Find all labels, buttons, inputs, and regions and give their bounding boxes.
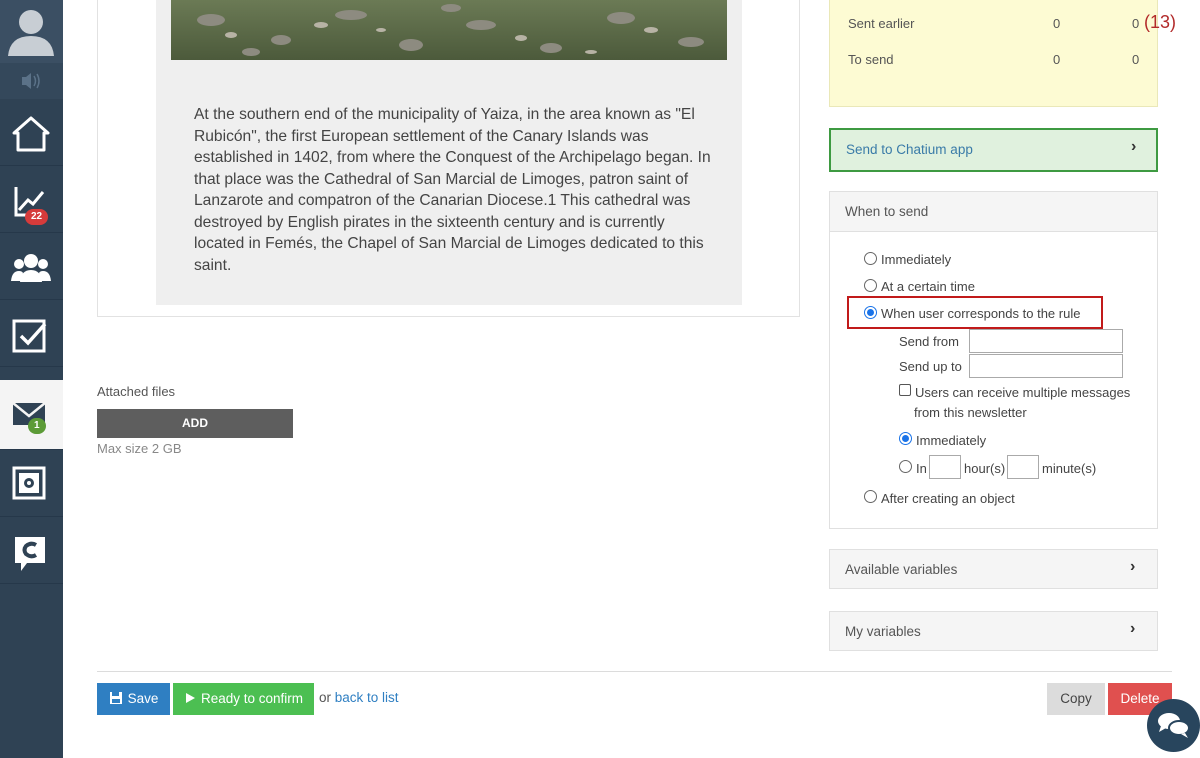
in-label: In: [916, 461, 927, 476]
radio-certain-time[interactable]: [864, 279, 877, 292]
checkbox-icon: [12, 319, 47, 353]
highlight-frame: [847, 296, 1103, 329]
content-panel: At the southern end of the municipality …: [97, 0, 800, 317]
radio-in-delay[interactable]: [899, 460, 912, 473]
multiple-messages-checkbox[interactable]: [899, 384, 911, 396]
home-icon: [12, 116, 50, 152]
stats-value: 0: [1132, 52, 1140, 67]
hours-label: hour(s): [964, 461, 1006, 476]
volume-toggle[interactable]: [0, 63, 63, 99]
user-avatar[interactable]: [0, 0, 63, 63]
sidebar-item-users[interactable]: [0, 234, 63, 300]
chevron-right-icon: ›: [1130, 620, 1136, 637]
add-file-button[interactable]: ADD: [97, 409, 293, 438]
option-after-object-label: After creating an object: [881, 491, 1015, 506]
when-to-send-panel: When to send Immediately At a certain ti…: [829, 191, 1158, 529]
floppy-icon: [109, 692, 122, 704]
safe-icon: [12, 466, 46, 500]
ready-to-confirm-button[interactable]: Ready to confirm: [173, 683, 314, 715]
my-variables-panel[interactable]: My variables ›: [829, 611, 1158, 651]
or-label: or: [319, 690, 332, 705]
sidebar-item-tasks[interactable]: [0, 301, 63, 367]
send-from-input[interactable]: [969, 329, 1123, 353]
when-to-send-title: When to send: [845, 204, 929, 219]
send-up-to-label: Send up to: [899, 359, 962, 374]
chevron-right-icon: ›: [1131, 138, 1137, 155]
send-from-label: Send from: [899, 334, 959, 349]
option-certain-time-label: At a certain time: [881, 279, 975, 294]
minutes-input[interactable]: [1007, 455, 1039, 479]
attached-files-label: Attached files: [97, 384, 176, 399]
sidebar-item-mail[interactable]: 1: [0, 380, 63, 450]
sidebar-item-settings[interactable]: [0, 451, 63, 517]
my-variables-label: My variables: [845, 624, 921, 639]
send-to-chatium-button[interactable]: Send to Chatium app ›: [829, 128, 1158, 172]
minutes-label: minute(s): [1042, 461, 1097, 476]
chevron-right-icon: ›: [1130, 558, 1136, 575]
article-preview: At the southern end of the municipality …: [156, 0, 742, 305]
send-up-to-input[interactable]: [969, 354, 1123, 378]
sidebar: 22 1: [0, 0, 63, 758]
stats-value: 0: [1132, 16, 1140, 31]
radio-immediately[interactable]: [864, 252, 877, 265]
user-icon: [8, 10, 54, 56]
available-variables-label: Available variables: [845, 562, 958, 577]
analytics-badge: 22: [25, 209, 49, 225]
copy-button[interactable]: Copy: [1047, 683, 1105, 715]
sub-immediately-label: Immediately: [916, 433, 987, 448]
option-immediately-label: Immediately: [881, 252, 952, 267]
max-size-text: Max size 2 GB: [97, 441, 182, 456]
stats-row-sent-earlier: Sent earlier 0 0: [848, 16, 1148, 34]
support-chat-button[interactable]: [1147, 699, 1200, 752]
landscape-image: [171, 0, 727, 60]
play-icon: [185, 693, 195, 703]
stats-label: Sent earlier: [848, 16, 915, 31]
stats-label: To send: [848, 52, 894, 67]
multiple-messages-label: Users can receive multiple messages: [915, 385, 1131, 400]
article-text: At the southern end of the municipality …: [194, 106, 711, 274]
footer-divider: [97, 671, 1172, 672]
chat-bubbles-icon: [1158, 713, 1190, 738]
save-button[interactable]: Save: [97, 683, 170, 715]
hours-input[interactable]: [929, 455, 961, 479]
when-to-send-header: When to send: [830, 192, 1157, 232]
save-label: Save: [127, 691, 159, 706]
chat-c-icon: [15, 537, 45, 571]
recipient-count: (13): [1144, 12, 1177, 32]
back-to-list-link[interactable]: back to list: [335, 690, 399, 705]
speaker-icon: [22, 73, 40, 89]
stats-row-to-send: To send 0 0: [848, 52, 1148, 70]
mail-badge: 1: [28, 418, 46, 434]
multiple-messages-label-2: from this newsletter: [914, 405, 1027, 420]
radio-sub-immediately[interactable]: [899, 432, 912, 445]
sidebar-item-home[interactable]: [0, 100, 63, 166]
chatium-label: Send to Chatium app: [846, 142, 973, 157]
confirm-label: Ready to confirm: [200, 691, 304, 706]
sidebar-item-chat[interactable]: [0, 518, 63, 584]
available-variables-panel[interactable]: Available variables ›: [829, 549, 1158, 589]
users-icon: [11, 254, 51, 282]
radio-after-object[interactable]: [864, 490, 877, 503]
back-to-list-text: or back to list: [319, 690, 399, 705]
stats-value: 0: [1053, 16, 1061, 31]
sidebar-item-analytics[interactable]: 22: [0, 167, 63, 233]
stats-value: 0: [1053, 52, 1061, 67]
stats-box: Sent earlier 0 0 To send 0 0: [829, 0, 1158, 107]
